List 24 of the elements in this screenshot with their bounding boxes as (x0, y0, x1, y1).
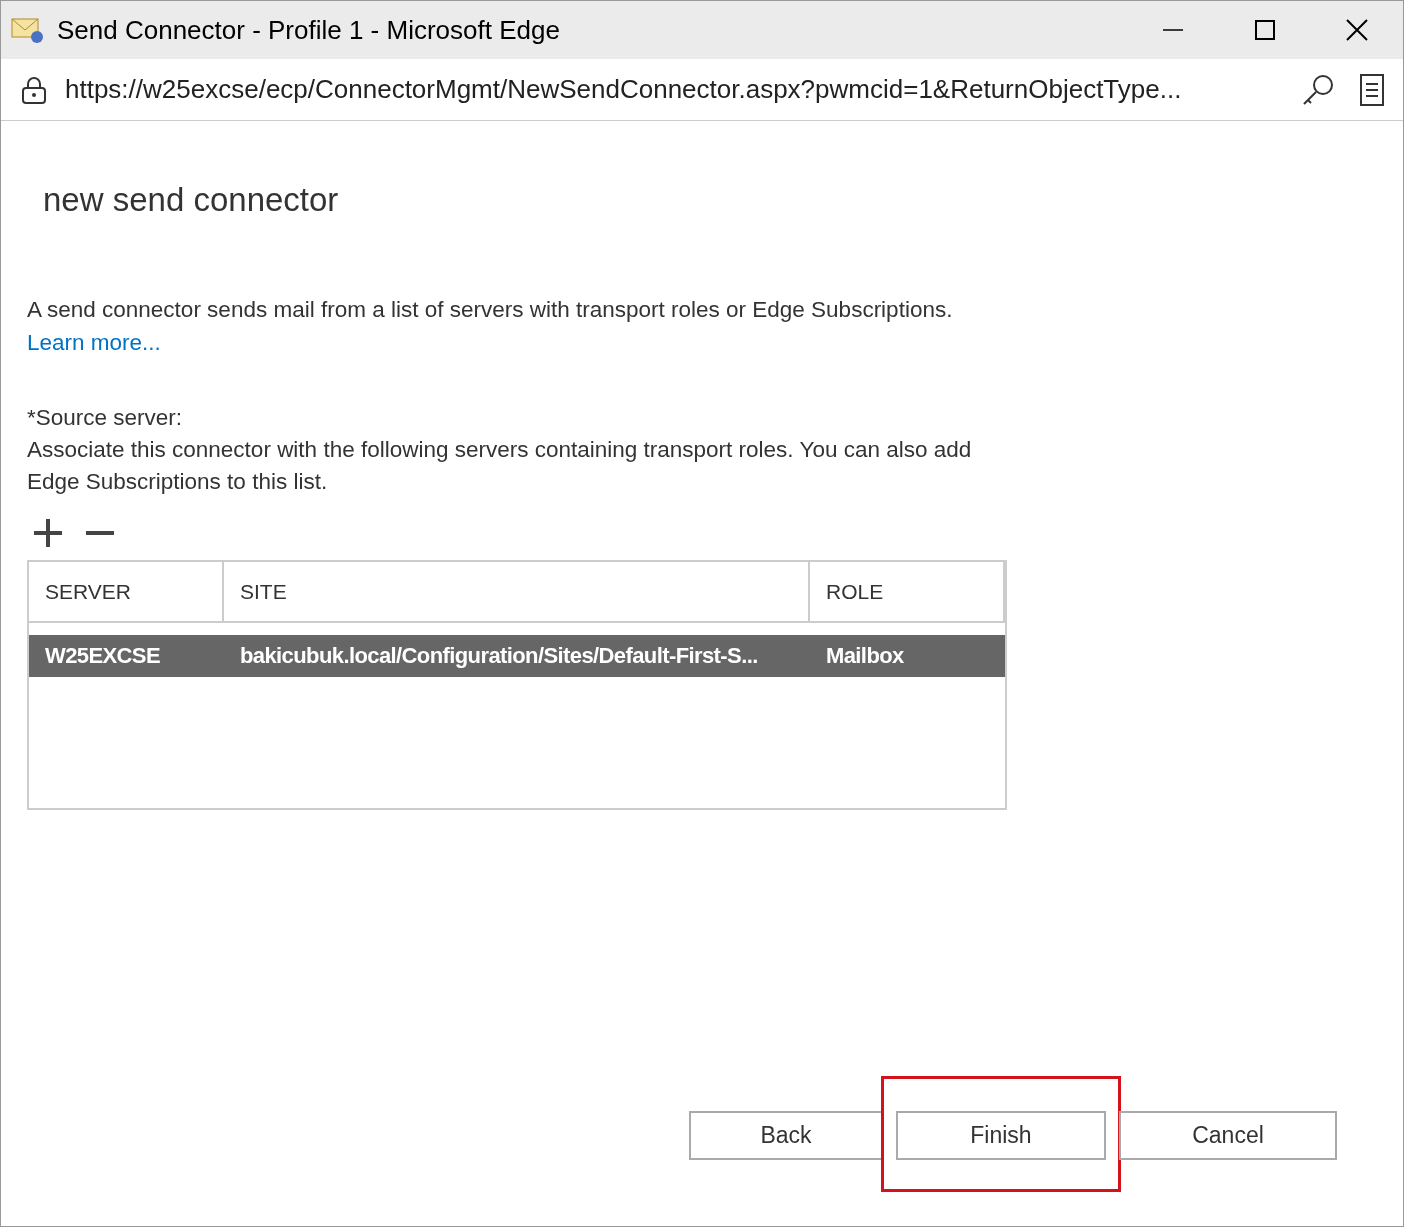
table-cell-text: bakicubuk.local/Configuration/Sites/Default-First-S... (239, 642, 759, 671)
minimize-icon (1162, 29, 1184, 31)
page-heading: new send connector (43, 183, 340, 216)
table-cell-text: Mailbox (825, 642, 905, 671)
wizard-button[interactable]: Cancel (1119, 1111, 1337, 1160)
description-text: A send connector sends mail from a list of servers with transport roles or Edge Subscriptions. (27, 296, 954, 324)
envelope-icon (11, 15, 45, 45)
wizard-button[interactable]: Back (689, 1111, 883, 1160)
key-icon[interactable] (1301, 72, 1335, 107)
url-text[interactable]: https://w25excse/ecp/ConnectorMgmt/NewSendConnector.aspx?pwmcid=1&ReturnObjectType... (65, 70, 1301, 109)
window-title: Send Connector - Profile 1 - Microsoft Edge (57, 13, 561, 47)
table-cell-text: W25EXCSE (44, 642, 162, 671)
wizard-button[interactable]: Finish (896, 1111, 1106, 1160)
column-header[interactable]: SITE (224, 561, 810, 621)
close-icon (1346, 19, 1368, 41)
lock-icon[interactable] (21, 75, 47, 104)
table-row[interactable]: W25EXCSE bakicubuk.local/Configuration/Sites/Default-First-S... Mailbox (29, 634, 1005, 677)
source-server-help: Associate this connector with the following servers containing transport roles. You can also add Edge Subscriptions to this list. (27, 435, 973, 496)
learn-more-link[interactable]: Learn more... (27, 330, 161, 355)
document-icon[interactable] (1359, 72, 1385, 107)
maximize-icon (1254, 19, 1276, 41)
column-header[interactable]: ROLE (810, 561, 1005, 621)
source-server-label: *Source server: (27, 403, 184, 432)
column-header[interactable]: SERVER (29, 561, 224, 621)
